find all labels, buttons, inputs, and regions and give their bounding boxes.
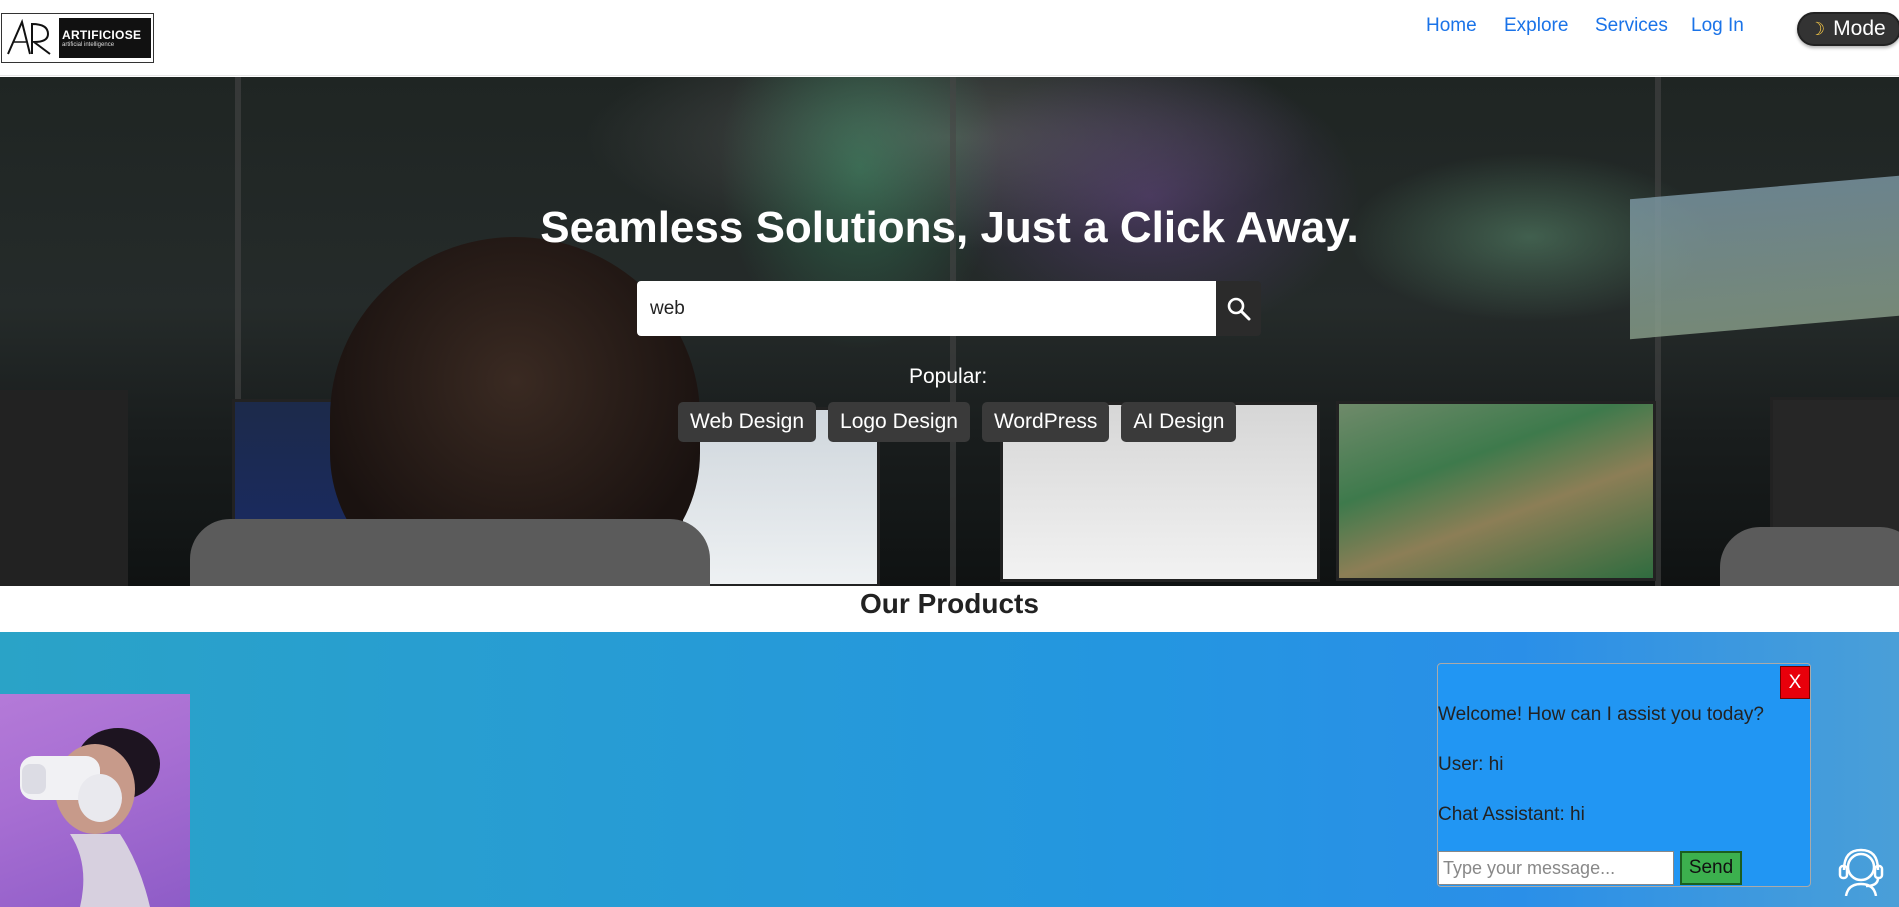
vr-person-illustration bbox=[20, 728, 160, 907]
tag-ai-design[interactable]: AI Design bbox=[1121, 402, 1237, 442]
background-chair bbox=[190, 519, 710, 586]
chat-message: Welcome! How can I assist you today? bbox=[1438, 704, 1764, 725]
background-chair bbox=[1720, 527, 1899, 586]
support-agent-icon[interactable] bbox=[1834, 842, 1888, 897]
popular-label: Popular: bbox=[909, 365, 988, 388]
popular-tags: Web Design Logo Design WordPress AI Desi… bbox=[678, 402, 1248, 442]
chat-send-button[interactable]: Send bbox=[1680, 851, 1742, 885]
nav-link-explore[interactable]: Explore bbox=[1504, 14, 1570, 38]
products-title: Our Products bbox=[860, 588, 1039, 619]
nav-link-login[interactable]: Log In bbox=[1691, 14, 1745, 38]
chat-input-placeholder: Type your message... bbox=[1443, 857, 1616, 878]
chat-widget: X Welcome! How can I assist you today? U… bbox=[1437, 663, 1811, 887]
hero-title: Seamless Solutions, Just a Click Away. bbox=[540, 203, 1359, 252]
tag-logo-design[interactable]: Logo Design bbox=[828, 402, 970, 442]
chat-message: User: hi bbox=[1438, 754, 1504, 775]
tag-wordpress[interactable]: WordPress bbox=[981, 402, 1110, 442]
brand-logo[interactable]: ARTIFICIOSE artificial intelligence bbox=[1, 13, 154, 63]
nav-link-services[interactable]: Services bbox=[1595, 14, 1668, 38]
hero-section: Seamless Solutions, Just a Click Away. w… bbox=[0, 77, 1899, 586]
main-nav: Home Explore Services Log In bbox=[1426, 14, 1770, 38]
chat-message-input[interactable]: Type your message... bbox=[1438, 851, 1674, 885]
tag-web-design[interactable]: Web Design bbox=[678, 402, 817, 442]
mode-label: Mode bbox=[1833, 17, 1886, 40]
background-monitor bbox=[0, 390, 128, 586]
chat-message: Chat Assistant: hi bbox=[1438, 804, 1585, 825]
navbar: ARTIFICIOSE artificial intelligence Home… bbox=[0, 0, 1899, 76]
search-icon bbox=[1227, 297, 1250, 320]
search-input-value: web bbox=[650, 297, 685, 319]
background-window bbox=[1630, 174, 1899, 340]
product-image-vr[interactable] bbox=[0, 694, 190, 907]
nav-link-home[interactable]: Home bbox=[1426, 14, 1479, 38]
mode-toggle-button[interactable]: ☽ Mode bbox=[1797, 12, 1899, 46]
search-button[interactable] bbox=[1216, 281, 1261, 336]
logo-mark-icon bbox=[2, 14, 59, 62]
search-input[interactable]: web bbox=[637, 281, 1216, 336]
logo-text-block: ARTIFICIOSE artificial intelligence bbox=[59, 18, 151, 58]
chat-close-button[interactable]: X bbox=[1780, 666, 1810, 699]
moon-icon: ☽ bbox=[1809, 18, 1826, 39]
background-monitor bbox=[1336, 401, 1656, 581]
logo-title: ARTIFICIOSE bbox=[62, 28, 142, 42]
logo-subtitle: artificial intelligence bbox=[62, 42, 115, 48]
